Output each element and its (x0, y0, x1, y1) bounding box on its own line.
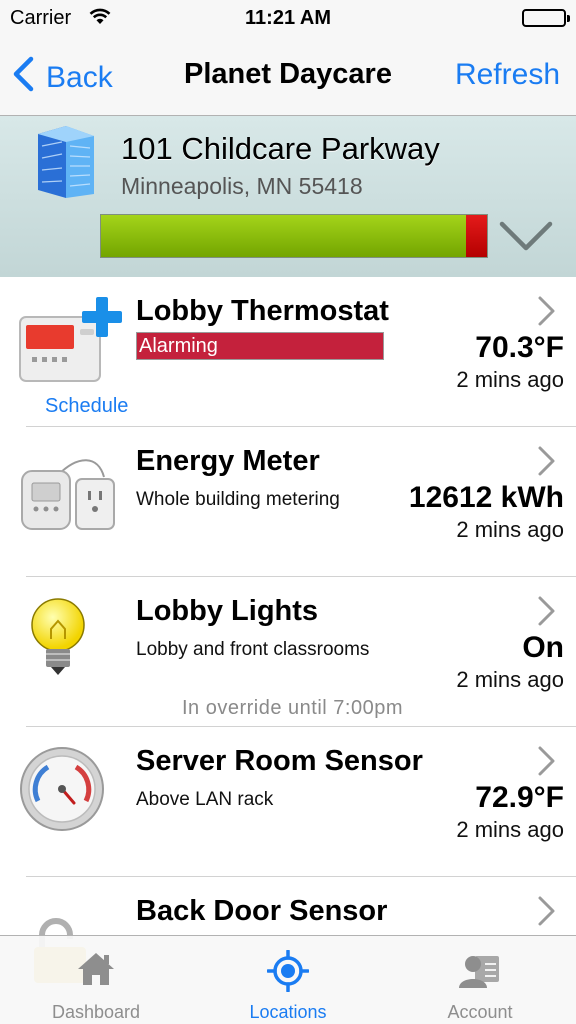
navigation-bar: Back Planet Daycare Refresh (0, 36, 576, 116)
chevron-right-icon[interactable] (536, 895, 556, 932)
device-value: On (522, 631, 564, 664)
status-bar: Carrier 11:21 AM (0, 0, 576, 36)
list-item[interactable]: Energy Meter Whole building metering 126… (0, 427, 576, 577)
thermostat-icon (18, 295, 126, 385)
chevron-right-icon[interactable] (536, 445, 556, 482)
location-header: 101 Childcare Parkway Minneapolis, MN 55… (0, 116, 576, 277)
tab-dashboard[interactable]: Dashboard (0, 936, 192, 1024)
location-city: Minneapolis, MN 55418 (121, 173, 363, 199)
device-value: 72.9°F (475, 781, 564, 814)
chevron-down-icon[interactable] (498, 218, 554, 259)
device-updated: 2 mins ago (456, 667, 564, 692)
tab-account[interactable]: Account (384, 936, 576, 1024)
gauge-icon (18, 745, 126, 835)
override-note: In override until 7:00pm (182, 697, 404, 719)
device-value: 70.3°F (475, 331, 564, 364)
list-item[interactable]: Server Room Sensor Above LAN rack 72.9°F… (0, 727, 576, 877)
building-icon (34, 124, 98, 207)
house-icon (76, 950, 116, 993)
account-icon (459, 950, 501, 995)
tab-label: Dashboard (51, 1002, 141, 1022)
tab-bar: Dashboard Locations Account (0, 935, 576, 1024)
device-name: Lobby Thermostat (136, 295, 389, 327)
device-description: Above LAN rack (136, 789, 274, 810)
chevron-right-icon[interactable] (536, 595, 556, 632)
list-item[interactable]: Lobby Thermostat Alarming 70.3°F 2 mins … (0, 277, 576, 427)
device-name: Back Door Sensor (136, 895, 388, 927)
device-name: Server Room Sensor (136, 745, 423, 777)
energy-meter-icon (18, 445, 126, 535)
chevron-right-icon[interactable] (536, 745, 556, 782)
location-address: 101 Childcare Parkway (121, 131, 440, 166)
device-value: 12612 kWh (408, 481, 564, 514)
schedule-link[interactable]: Schedule (45, 395, 128, 418)
clock: 11:21 AM (245, 7, 331, 29)
device-description: Lobby and front classrooms (136, 639, 370, 660)
health-ok-segment (101, 215, 466, 257)
health-status-bar (100, 214, 488, 258)
device-updated: 2 mins ago (456, 517, 564, 542)
status-badge: Alarming (136, 332, 384, 360)
health-alarm-segment (465, 215, 487, 257)
list-item[interactable]: Lobby Lights Lobby and front classrooms … (0, 577, 576, 727)
device-name: Energy Meter (136, 445, 320, 477)
device-updated: 2 mins ago (456, 367, 564, 392)
location-target-icon (266, 949, 310, 997)
device-list: Lobby Thermostat Alarming 70.3°F 2 mins … (0, 277, 576, 1024)
device-description: Whole building metering (136, 489, 340, 510)
chevron-right-icon[interactable] (536, 295, 556, 332)
refresh-button[interactable]: Refresh (455, 58, 560, 92)
tab-label: Locations (249, 1002, 327, 1022)
light-bulb-icon (18, 595, 126, 685)
device-updated: 2 mins ago (456, 817, 564, 842)
device-name: Lobby Lights (136, 595, 319, 627)
tab-locations[interactable]: Locations (192, 936, 384, 1024)
tab-label: Account (447, 1002, 513, 1022)
battery-icon (522, 9, 570, 27)
